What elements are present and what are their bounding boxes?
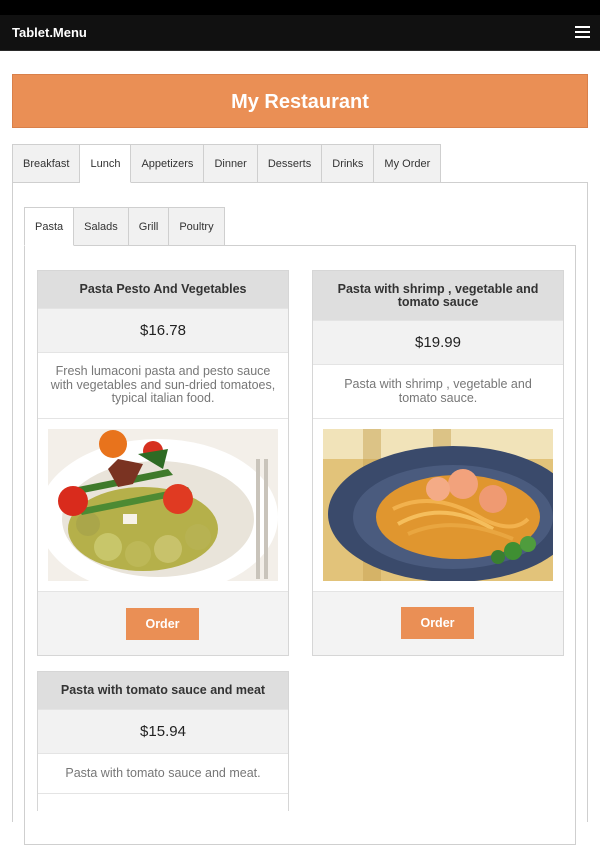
menu-item-card: Pasta with tomato sauce and meat $15.94 … <box>37 671 289 813</box>
top-navbar: Tablet.Menu <box>0 15 600 51</box>
brand-logo[interactable]: Tablet.Menu <box>12 25 87 40</box>
tab-dinner[interactable]: Dinner <box>204 144 258 183</box>
item-description: Pasta with tomato sauce and meat. <box>38 753 288 793</box>
tab-desserts[interactable]: Desserts <box>257 144 323 183</box>
tab-breakfast[interactable]: Breakfast <box>12 144 81 183</box>
tab-drinks[interactable]: Drinks <box>322 144 375 183</box>
restaurant-banner: My Restaurant <box>12 74 588 128</box>
menu-item-card: Pasta Pesto And Vegetables $16.78 Fresh … <box>37 270 289 656</box>
hamburger-menu-icon[interactable] <box>575 26 590 39</box>
item-photo <box>38 793 288 813</box>
order-button[interactable]: Order <box>401 607 474 639</box>
item-description: Pasta with shrimp , vegetable and tomato… <box>313 364 563 418</box>
tab-grill[interactable]: Grill <box>128 207 170 246</box>
item-photo <box>313 418 563 591</box>
item-price: $19.99 <box>313 320 563 364</box>
shrimp-pasta-photo <box>323 429 553 581</box>
order-button[interactable]: Order <box>126 608 199 640</box>
tab-pasta[interactable]: Pasta <box>24 207 75 246</box>
sub-category-tabs: Pasta Salads Grill Poultry <box>24 207 225 246</box>
item-title: Pasta Pesto And Vegetables <box>38 271 288 308</box>
item-footer: Order <box>313 591 563 655</box>
item-price: $15.94 <box>38 709 288 753</box>
tab-appetizers[interactable]: Appetizers <box>131 144 205 183</box>
page-title: My Restaurant <box>231 91 369 113</box>
main-category-tabs: Breakfast Lunch Appetizers Dinner Desser… <box>12 144 442 183</box>
item-title: Pasta with tomato sauce and meat <box>38 672 288 709</box>
tab-lunch[interactable]: Lunch <box>80 144 132 183</box>
item-description: Fresh lumaconi pasta and pesto sauce wit… <box>38 352 288 418</box>
item-price: $16.78 <box>38 308 288 352</box>
tab-poultry[interactable]: Poultry <box>169 207 225 246</box>
item-title: Pasta with shrimp , vegetable and tomato… <box>313 271 563 320</box>
status-bar <box>0 0 600 15</box>
tab-salads[interactable]: Salads <box>74 207 129 246</box>
tab-my-order[interactable]: My Order <box>374 144 442 183</box>
menu-item-card: Pasta with shrimp , vegetable and tomato… <box>312 270 564 656</box>
item-footer: Order <box>38 591 288 655</box>
item-photo <box>38 418 288 591</box>
pasta-pesto-photo <box>48 429 278 581</box>
